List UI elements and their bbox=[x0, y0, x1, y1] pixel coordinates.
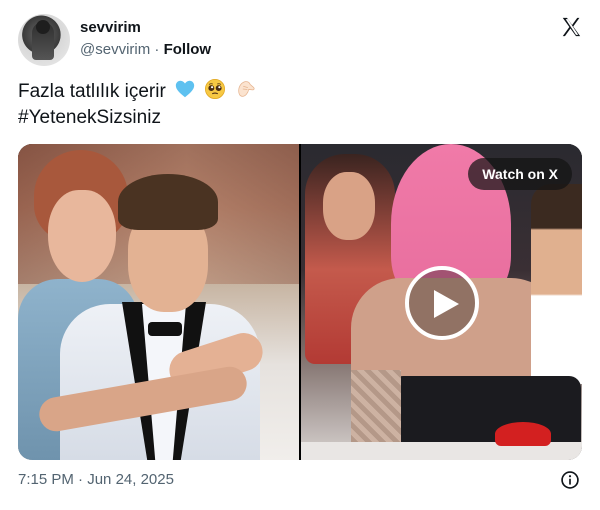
display-name[interactable]: sevvirim bbox=[80, 18, 211, 38]
tweet-text-main: Fazla tatlılık içerir bbox=[18, 81, 166, 102]
timestamp[interactable]: 7:15 PM · Jun 24, 2025 bbox=[18, 471, 174, 488]
video-media[interactable]: Watch on X bbox=[18, 144, 582, 460]
boy-hair bbox=[118, 174, 218, 230]
watch-on-x-button[interactable]: Watch on X bbox=[468, 158, 572, 190]
tweet-text: Fazla tatlılık içerir #YetenekSizsiniz bbox=[18, 78, 582, 131]
red-buzzer bbox=[495, 422, 551, 446]
woman-face bbox=[48, 190, 116, 282]
chair-plaid bbox=[351, 370, 401, 442]
hashtag-link[interactable]: #YetenekSizsiniz bbox=[18, 105, 582, 131]
handle[interactable]: @sevvirim bbox=[80, 41, 150, 58]
follow-button[interactable]: Follow bbox=[164, 41, 212, 58]
audience-girl-face bbox=[323, 172, 375, 240]
avatar-head bbox=[36, 20, 50, 34]
pleading-face-emoji-icon bbox=[205, 79, 226, 99]
timestamp-date: Jun 24, 2025 bbox=[87, 471, 174, 488]
pinched-fingers-emoji-icon bbox=[237, 81, 255, 97]
tweet-footer: 7:15 PM · Jun 24, 2025 bbox=[18, 470, 582, 490]
info-icon[interactable] bbox=[560, 470, 580, 490]
author-block: sevvirim @sevvirim · Follow bbox=[80, 18, 211, 60]
video-frame-left bbox=[18, 144, 299, 460]
tweet-text-line: Fazla tatlılık içerir bbox=[18, 78, 582, 105]
timestamp-time: 7:15 PM bbox=[18, 471, 74, 488]
timestamp-separator: · bbox=[78, 471, 84, 488]
play-button[interactable] bbox=[405, 266, 479, 340]
tweet-header: sevvirim @sevvirim · Follow bbox=[18, 14, 582, 68]
boy-bowtie bbox=[148, 322, 182, 336]
judge-chair bbox=[391, 376, 581, 446]
boy-right bbox=[531, 184, 582, 384]
blue-heart-emoji-icon bbox=[175, 80, 195, 98]
x-logo-icon[interactable] bbox=[560, 16, 582, 38]
play-icon bbox=[434, 290, 459, 318]
avatar[interactable] bbox=[18, 14, 70, 66]
handle-separator: · bbox=[154, 41, 160, 58]
handle-row: @sevvirim · Follow bbox=[80, 40, 211, 60]
